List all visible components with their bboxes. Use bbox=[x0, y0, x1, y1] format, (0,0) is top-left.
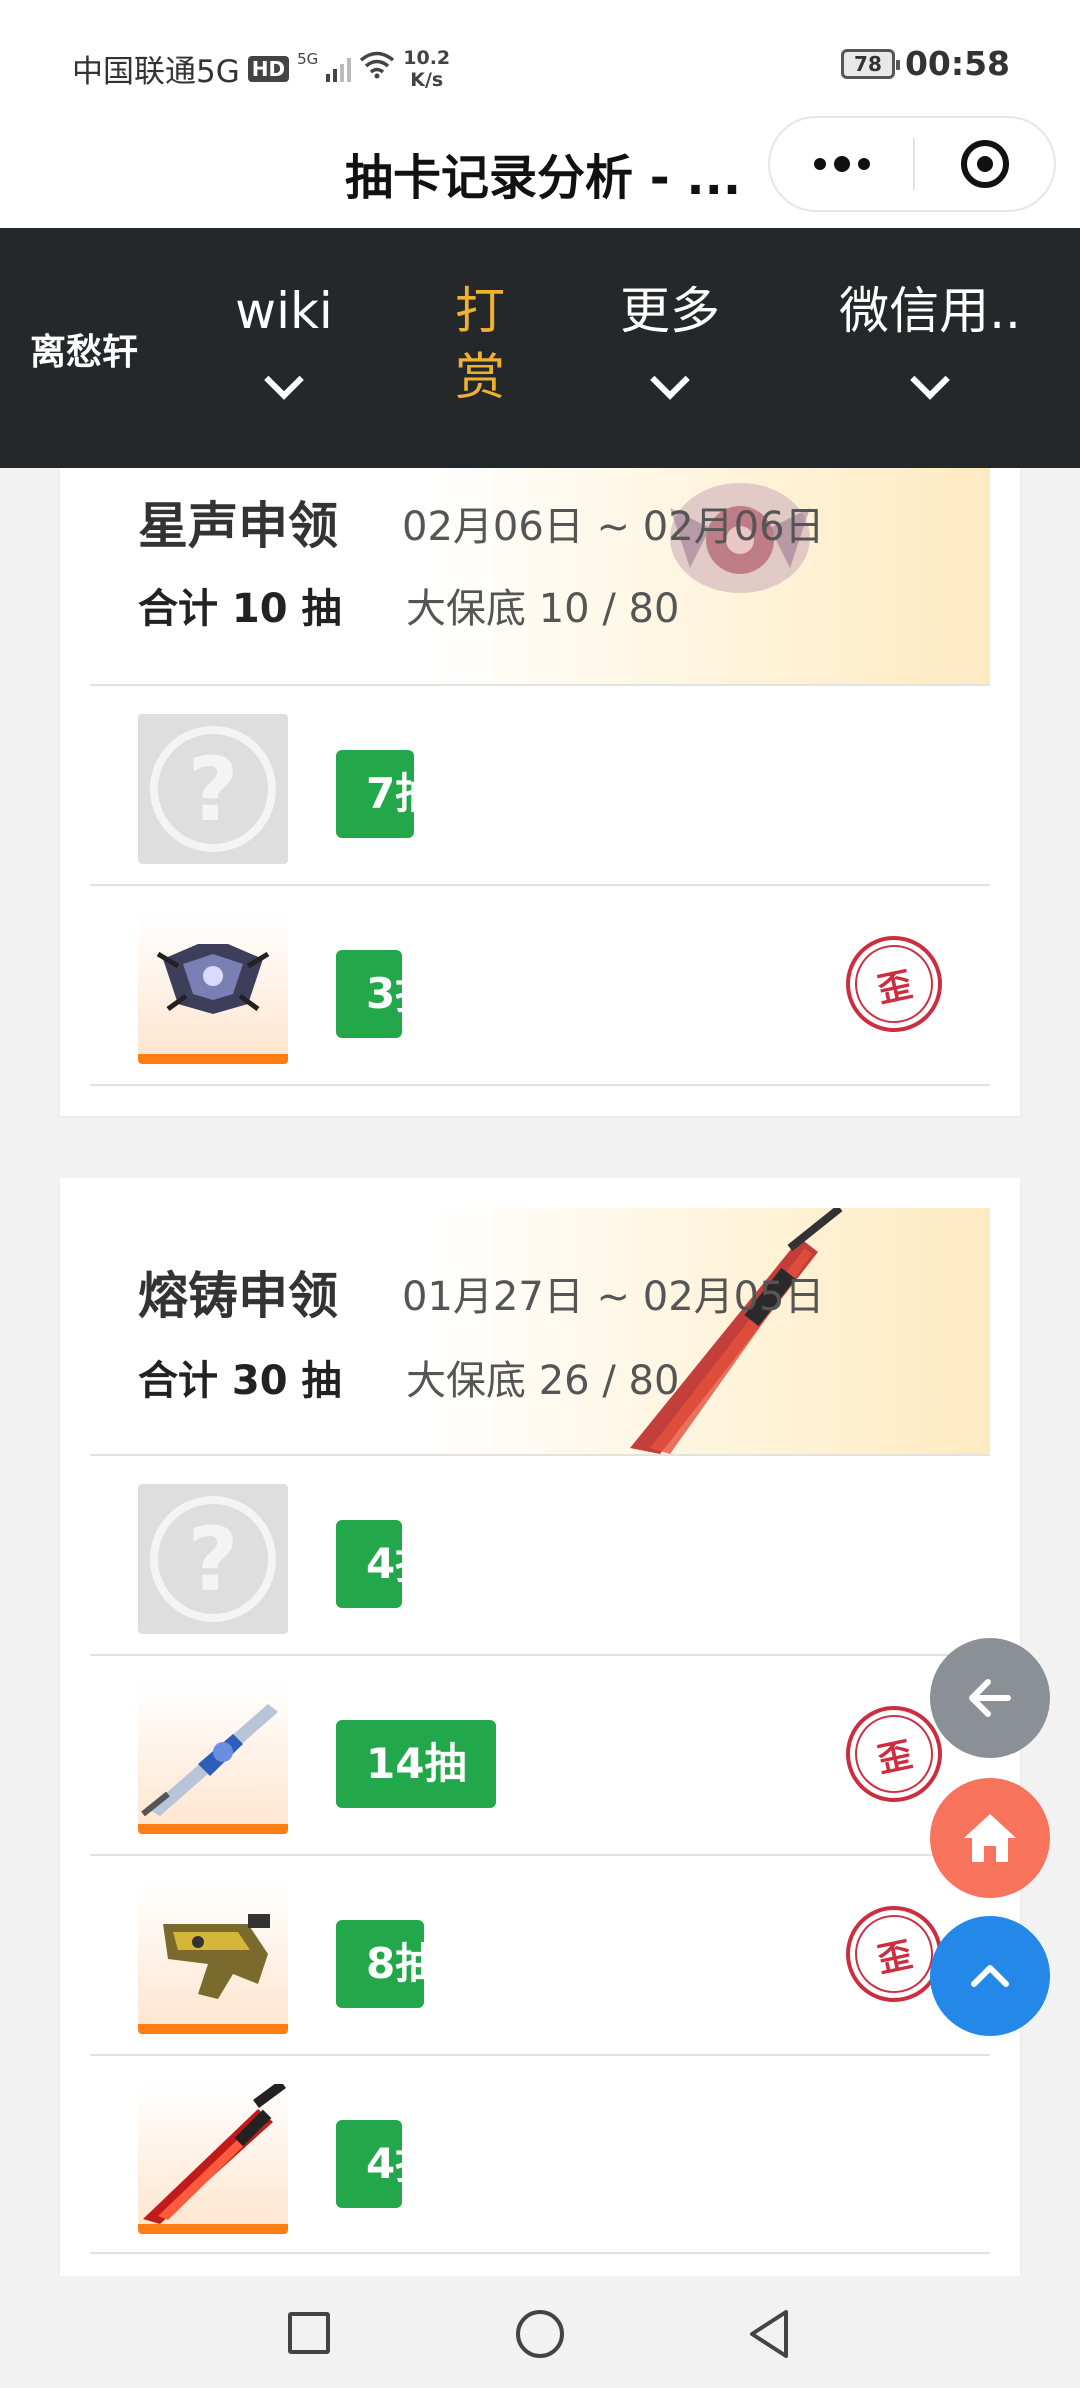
pull-count-badge: 3抽 bbox=[336, 950, 402, 1038]
more-dots-icon[interactable] bbox=[770, 118, 913, 210]
pull-count-badge: 4抽 bbox=[336, 1520, 402, 1608]
back-button[interactable] bbox=[930, 1638, 1050, 1758]
banner-header: 熔铸申领 01月27日 ~ 02月05日 合计 30 抽 大保底 26 / 80 bbox=[90, 1208, 990, 1454]
item-thumbnail bbox=[138, 2084, 288, 2234]
site-brand[interactable]: 离愁轩 bbox=[30, 323, 138, 375]
close-mini-program-button[interactable] bbox=[915, 140, 1054, 188]
banner-card: 星声申领 02月06日 ~ 02月06日 合计 10 抽 大保底 10 / 80… bbox=[60, 468, 1020, 1116]
off-banner-stamp: 歪 bbox=[846, 1906, 942, 2002]
pull-record-row[interactable]: 8抽 歪 bbox=[90, 1854, 990, 2054]
chevron-down-icon bbox=[650, 360, 690, 400]
pull-record-row[interactable]: 4抽 bbox=[90, 2054, 990, 2254]
net-speed: 10.2 K/s bbox=[403, 47, 450, 91]
banner-art bbox=[630, 1208, 843, 1454]
carrier-info: 中国联通5G HD 5G 10.2 K/s bbox=[72, 46, 450, 91]
banner-name: 熔铸申领 bbox=[138, 1267, 338, 1325]
banner-pity: 大保底 26 / 80 bbox=[406, 1358, 680, 1404]
banner-name: 星声申领 bbox=[138, 497, 338, 555]
hd-icon: HD bbox=[247, 55, 290, 82]
chevron-down-icon bbox=[910, 360, 950, 400]
banner-header: 星声申领 02月06日 ~ 02月06日 合计 10 抽 大保底 10 / 80 bbox=[90, 468, 990, 684]
network-type: 5G bbox=[297, 49, 319, 68]
nav-item-more[interactable]: 更多 bbox=[610, 278, 730, 410]
site-navbar: 离愁轩 wiki 打 赏 更多 微信用.. bbox=[0, 228, 1080, 468]
pull-record-row[interactable]: ? 7抽 bbox=[90, 684, 990, 884]
pull-count-badge: 4抽 bbox=[336, 2120, 402, 2208]
recent-apps-icon[interactable] bbox=[288, 2312, 330, 2354]
chevron-down-icon bbox=[264, 360, 304, 400]
shield-item-icon bbox=[156, 944, 270, 1014]
home-circle-icon[interactable] bbox=[516, 2310, 564, 2358]
pull-count-badge: 7抽 bbox=[336, 750, 414, 838]
battery-level: 78 bbox=[854, 51, 882, 76]
nav-item-wiki[interactable]: wiki bbox=[222, 278, 346, 410]
banner-total: 合计 10 抽 bbox=[138, 586, 342, 632]
scroll-top-button[interactable] bbox=[930, 1916, 1050, 2036]
wifi-icon bbox=[359, 51, 395, 87]
status-bar: 中国联通5G HD 5G 10.2 K/s 78 00:58 bbox=[0, 0, 1080, 120]
mini-program-capsule bbox=[768, 116, 1056, 212]
nav-item-label: 微信用.. bbox=[839, 282, 1021, 340]
arrow-left-icon bbox=[969, 1679, 1011, 1717]
sword-item-icon bbox=[141, 1704, 278, 1817]
page: 中国联通5G HD 5G 10.2 K/s 78 00:58 抽卡记录分析 - … bbox=[0, 0, 1080, 2388]
item-thumbnail bbox=[138, 1684, 288, 1834]
banner-date-range: 01月27日 ~ 02月05日 bbox=[402, 1274, 825, 1320]
stamp-label: 歪 bbox=[847, 937, 941, 1031]
stamp-label: 歪 bbox=[847, 1707, 941, 1801]
nav-item-label: 打 赏 bbox=[455, 282, 505, 406]
signal-icon bbox=[326, 56, 352, 82]
banner-pity: 大保底 10 / 80 bbox=[406, 586, 680, 632]
home-button[interactable] bbox=[930, 1778, 1050, 1898]
pull-count-badge: 8抽 bbox=[336, 1920, 424, 2008]
carrier-name: 中国联通5G bbox=[72, 54, 240, 90]
net-speed-value: 10.2 bbox=[403, 46, 451, 69]
gun-item-icon bbox=[163, 1914, 270, 1999]
target-icon bbox=[960, 140, 1009, 188]
banner-date-range: 02月06日 ~ 02月06日 bbox=[402, 504, 825, 550]
clock: 00:58 bbox=[904, 44, 1010, 83]
unknown-item-icon: ? bbox=[138, 714, 288, 864]
pull-record-row[interactable]: ? 4抽 bbox=[90, 1454, 990, 1654]
off-banner-stamp: 歪 bbox=[846, 936, 942, 1032]
nav-item-label: 更多 bbox=[620, 282, 720, 340]
battery-icon: 78 bbox=[840, 48, 900, 79]
nav-item-label: wiki bbox=[235, 282, 333, 340]
nav-item-wechat[interactable]: 微信用.. bbox=[830, 278, 1030, 410]
chevron-up-icon bbox=[971, 1965, 1009, 1987]
pull-record-row[interactable]: 3抽 歪 bbox=[90, 884, 990, 1086]
banner-card: 熔铸申领 01月27日 ~ 02月05日 合计 30 抽 大保底 26 / 80… bbox=[60, 1178, 1020, 2298]
banner-total: 合计 30 抽 bbox=[138, 1358, 342, 1404]
system-navigation-bar bbox=[0, 2276, 1080, 2388]
item-thumbnail bbox=[138, 914, 288, 1064]
nav-item-donate[interactable]: 打 赏 bbox=[440, 278, 520, 410]
system-back-icon[interactable] bbox=[746, 2308, 792, 2360]
page-title: 抽卡记录分析 - ... bbox=[345, 150, 742, 206]
pull-record-row[interactable]: 14抽 歪 bbox=[90, 1654, 990, 1854]
net-speed-unit: K/s bbox=[410, 68, 444, 91]
item-thumbnail bbox=[138, 1884, 288, 2034]
unknown-item-icon: ? bbox=[138, 1484, 288, 1634]
pull-count-badge: 14抽 bbox=[336, 1720, 497, 1808]
broadsword-item-icon bbox=[143, 2084, 286, 2224]
home-icon bbox=[964, 1814, 1016, 1862]
off-banner-stamp: 歪 bbox=[846, 1706, 942, 1802]
status-right: 78 00:58 bbox=[840, 44, 1010, 83]
stamp-label: 歪 bbox=[847, 1907, 941, 2001]
